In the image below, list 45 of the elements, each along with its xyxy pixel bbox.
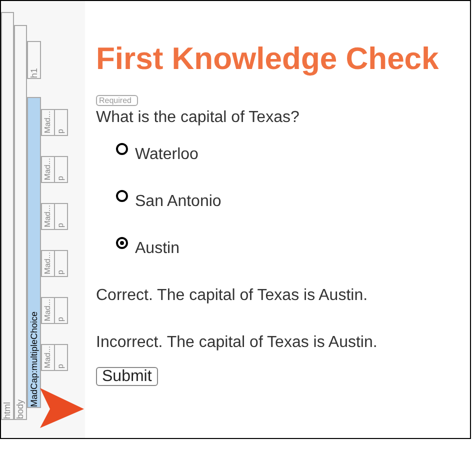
structure-bar[interactable]: p bbox=[54, 203, 68, 230]
bar-label: h1 bbox=[28, 66, 40, 78]
bar-label: p bbox=[56, 364, 66, 368]
structure-bar[interactable]: p bbox=[54, 156, 68, 183]
structure-bar[interactable]: p bbox=[54, 344, 68, 371]
structure-bar[interactable]: html bbox=[1, 12, 14, 420]
option-label: San Antonio bbox=[135, 192, 222, 212]
feedback-text: Correct. The capital of Texas is Austin. bbox=[96, 286, 369, 306]
structure-bar[interactable]: Mad... bbox=[41, 109, 55, 136]
structure-bar[interactable]: p bbox=[54, 109, 68, 136]
bar-label: MadCap:multipleChoice bbox=[28, 310, 40, 407]
bar-label: p bbox=[56, 316, 66, 321]
structure-bar[interactable]: Mad... bbox=[41, 250, 55, 277]
pointer-arrow-drawing bbox=[38, 388, 86, 428]
structure-bar[interactable]: Mad... bbox=[41, 203, 55, 230]
structure-bar[interactable]: MadCap:multipleChoice bbox=[27, 97, 41, 408]
bar-label: Mad... bbox=[43, 158, 53, 180]
option-label: Austin bbox=[135, 239, 180, 259]
option-label: Waterloo bbox=[135, 145, 198, 165]
structure-bar[interactable]: p bbox=[54, 250, 68, 277]
bar-label: p bbox=[56, 176, 66, 180]
feedback-text: Incorrect. The capital of Texas is Austin. bbox=[96, 333, 378, 353]
bar-label: Mad... bbox=[43, 204, 53, 227]
bar-label: body bbox=[15, 398, 26, 419]
radio-button[interactable] bbox=[116, 237, 128, 249]
question-text: What is the capital of Texas? bbox=[96, 108, 300, 128]
bar-label: p bbox=[56, 222, 66, 227]
required-badge: Required bbox=[96, 95, 138, 106]
bar-label: Mad... bbox=[43, 110, 53, 133]
bar-label: Mad... bbox=[43, 346, 53, 368]
structure-bar[interactable]: Mad... bbox=[41, 156, 55, 183]
bar-label: p bbox=[56, 128, 66, 133]
structure-bar[interactable]: Mad... bbox=[41, 297, 55, 324]
page-heading: First Knowledge Check bbox=[96, 40, 440, 78]
bar-label: p bbox=[56, 270, 66, 274]
bar-label: Mad... bbox=[43, 252, 53, 274]
bar-label: Mad... bbox=[43, 298, 53, 321]
radio-button[interactable] bbox=[116, 143, 128, 155]
structure-bar[interactable]: Mad... bbox=[41, 344, 55, 371]
structure-bar[interactable]: body bbox=[14, 25, 27, 420]
bar-label: html bbox=[2, 400, 13, 419]
radio-button[interactable] bbox=[116, 190, 128, 202]
submit-button[interactable]: Submit bbox=[96, 367, 158, 386]
structure-bar[interactable]: p bbox=[54, 297, 68, 324]
structure-bar[interactable]: h1 bbox=[27, 41, 41, 79]
